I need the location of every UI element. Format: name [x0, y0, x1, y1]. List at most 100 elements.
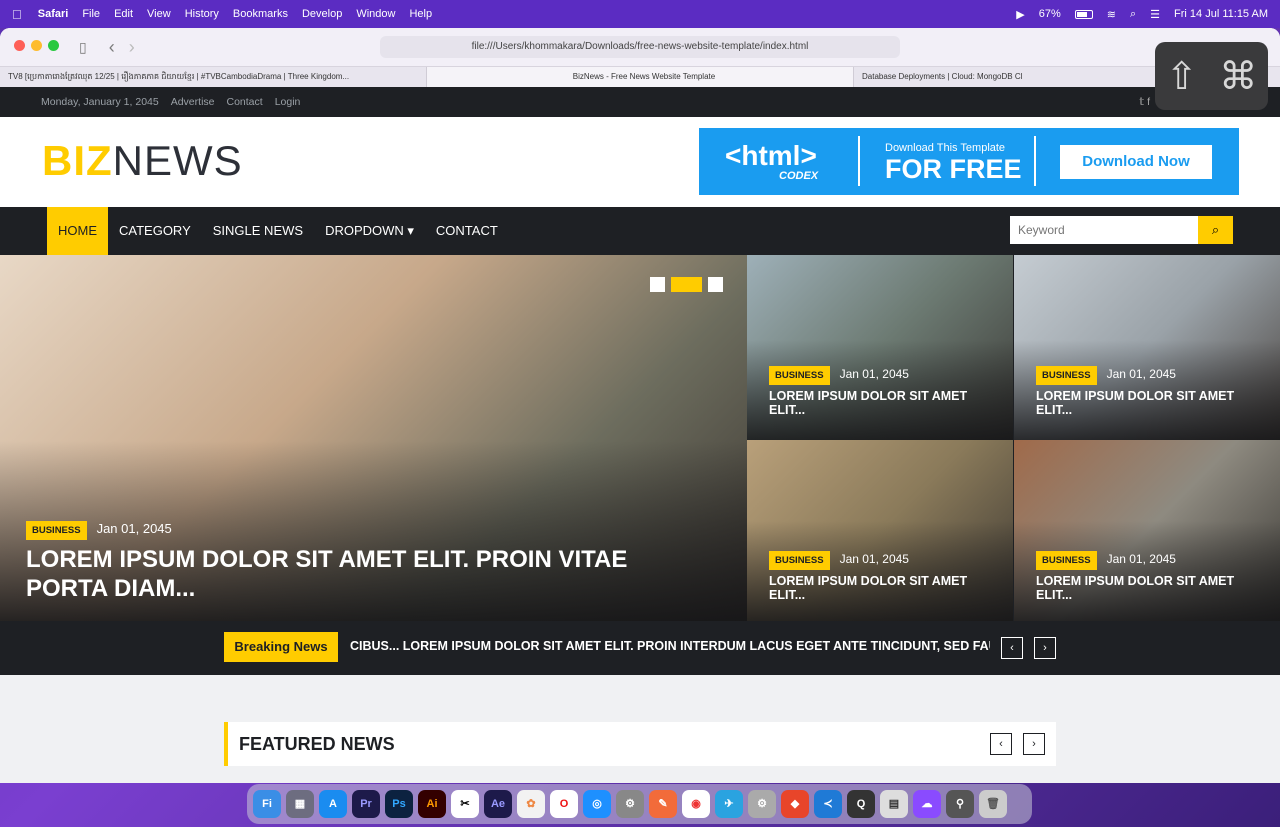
menu-view[interactable]: View: [147, 8, 171, 20]
menu-edit[interactable]: Edit: [114, 8, 133, 20]
category-badge[interactable]: BUSINESS: [1036, 366, 1097, 385]
preview-icon[interactable]: ▤: [880, 790, 908, 818]
card-title[interactable]: LOREM IPSUM DOLOR SIT AMET ELIT...: [769, 389, 999, 417]
nav-single-news[interactable]: SINGLE NEWS: [202, 207, 314, 255]
news-card[interactable]: BUSINESS Jan 01, 2045 LOREM IPSUM DOLOR S…: [747, 440, 1013, 621]
apple-icon[interactable]: : [12, 7, 22, 22]
post-date: Jan 01, 2045: [1106, 552, 1176, 566]
hero-meta: BUSINESS Jan 01, 2045: [26, 520, 172, 540]
topbar-contact[interactable]: Contact: [227, 96, 263, 108]
search-button[interactable]: ⌕: [1198, 216, 1233, 244]
wifi-icon[interactable]: ≋: [1107, 8, 1116, 21]
finder-icon[interactable]: Fi: [253, 790, 281, 818]
chrome-icon[interactable]: ◉: [682, 790, 710, 818]
topbar-date: Monday, January 1, 2045: [41, 96, 159, 108]
telegram-icon[interactable]: ✈: [715, 790, 743, 818]
category-badge[interactable]: BUSINESS: [769, 551, 830, 570]
nav-dropdown[interactable]: DROPDOWN ▾: [314, 207, 425, 255]
nav-home[interactable]: HOME: [47, 207, 108, 255]
menu-history[interactable]: History: [185, 8, 219, 20]
download-banner[interactable]: <html> CODEX Download This Template FOR …: [699, 128, 1239, 195]
system-settings-icon[interactable]: ⚙: [616, 790, 644, 818]
card-title[interactable]: LOREM IPSUM DOLOR SIT AMET ELIT...: [1036, 574, 1266, 602]
nav-contact[interactable]: CONTACT: [425, 207, 509, 255]
play-icon[interactable]: ▶: [1016, 8, 1024, 21]
clock[interactable]: Fri 14 Jul 11:15 AM: [1174, 8, 1268, 20]
hero-main-slide[interactable]: BUSINESS Jan 01, 2045 LOREM IPSUM DOLOR S…: [0, 255, 747, 621]
card-title[interactable]: LOREM IPSUM DOLOR SIT AMET ELIT...: [769, 574, 999, 602]
featured-next-button[interactable]: ›: [1023, 733, 1045, 755]
site-logo[interactable]: BIZNEWS: [42, 137, 243, 185]
topbar-advertise[interactable]: Advertise: [171, 96, 215, 108]
card-meta: BUSINESS Jan 01, 2045: [1036, 365, 1176, 385]
carousel-dots: [650, 277, 723, 292]
minimize-button[interactable]: [31, 40, 42, 51]
breaking-next-button[interactable]: ›: [1034, 637, 1056, 659]
search-icon[interactable]: ⌕: [1130, 8, 1136, 21]
card-meta: BUSINESS Jan 01, 2045: [769, 550, 909, 570]
sidebar-icon[interactable]: ▯: [79, 39, 87, 56]
quicktime-icon[interactable]: Q: [847, 790, 875, 818]
menu-bookmarks[interactable]: Bookmarks: [233, 8, 288, 20]
photos-icon[interactable]: ✿: [517, 790, 545, 818]
news-card[interactable]: BUSINESS Jan 01, 2045 LOREM IPSUM DOLOR S…: [1014, 255, 1280, 440]
premiere-icon[interactable]: Pr: [352, 790, 380, 818]
after-effects-icon[interactable]: Ae: [484, 790, 512, 818]
carousel-dot[interactable]: [708, 277, 723, 292]
card-title[interactable]: LOREM IPSUM DOLOR SIT AMET ELIT...: [1036, 389, 1266, 417]
category-badge[interactable]: BUSINESS: [26, 521, 87, 540]
breaking-prev-button[interactable]: ‹: [1001, 637, 1023, 659]
launchpad-icon[interactable]: ▦: [286, 790, 314, 818]
forward-icon[interactable]: ›: [129, 37, 135, 58]
news-card[interactable]: BUSINESS Jan 01, 2045 LOREM IPSUM DOLOR S…: [1014, 440, 1280, 621]
app-store-icon[interactable]: A: [319, 790, 347, 818]
git-icon[interactable]: ◆: [781, 790, 809, 818]
tab-tv8[interactable]: TV8 [ប្រេកាតារោងត្រែវឈុត 12/25 | រឿងភាគភ…: [0, 67, 427, 87]
capcut-icon[interactable]: ✂: [451, 790, 479, 818]
tab-biznews[interactable]: BizNews - Free News Website Template: [427, 67, 854, 87]
hero-title[interactable]: LOREM IPSUM DOLOR SIT AMET ELIT. PROIN V…: [26, 545, 706, 603]
logo-biz: BIZ: [42, 137, 113, 184]
menu-file[interactable]: File: [82, 8, 100, 20]
search-icon: ⌕: [1211, 222, 1220, 237]
post-date: Jan 01, 2045: [1106, 367, 1176, 381]
utility-icon[interactable]: ⚙: [748, 790, 776, 818]
disk-utility-icon[interactable]: ⚲: [946, 790, 974, 818]
illustrator-icon[interactable]: Ai: [418, 790, 446, 818]
pages-icon[interactable]: ✎: [649, 790, 677, 818]
category-badge[interactable]: BUSINESS: [1036, 551, 1097, 570]
menu-develop[interactable]: Develop: [302, 8, 342, 20]
back-icon[interactable]: ‹: [109, 37, 115, 58]
news-card[interactable]: BUSINESS Jan 01, 2045 LOREM IPSUM DOLOR S…: [747, 255, 1013, 440]
social-icons[interactable]: 𝕥 f: [1139, 96, 1150, 108]
control-center-icon[interactable]: ☰: [1150, 8, 1160, 21]
menu-window[interactable]: Window: [356, 8, 395, 20]
vscode-icon[interactable]: ≺: [814, 790, 842, 818]
opera-icon[interactable]: O: [550, 790, 578, 818]
browser-window: ▯ ‹ › file:///Users/khommakara/Downloads…: [0, 28, 1280, 783]
breaking-news-ticker[interactable]: CIBUS... LOREM IPSUM DOLOR SIT AMET ELIT…: [350, 639, 990, 653]
banner-divider: [858, 136, 860, 186]
banner-divider: [1034, 136, 1036, 186]
logo-news: NEWS: [112, 137, 243, 184]
menu-app[interactable]: Safari: [38, 8, 69, 20]
download-now-button[interactable]: Download Now: [1060, 145, 1212, 179]
messenger-icon[interactable]: ☁: [913, 790, 941, 818]
topbar-login[interactable]: Login: [275, 96, 301, 108]
carousel-dot-active[interactable]: [671, 277, 702, 292]
battery-icon[interactable]: [1074, 9, 1093, 19]
featured-prev-button[interactable]: ‹: [990, 733, 1012, 755]
main-nav: HOME CATEGORY SINGLE NEWS DROPDOWN ▾ CON…: [0, 207, 1280, 255]
safari-icon[interactable]: ◎: [583, 790, 611, 818]
carousel-dot[interactable]: [650, 277, 665, 292]
address-bar[interactable]: file:///Users/khommakara/Downloads/free-…: [380, 36, 900, 58]
zoom-button[interactable]: [48, 40, 59, 51]
photoshop-icon[interactable]: Ps: [385, 790, 413, 818]
nav-category[interactable]: CATEGORY: [108, 207, 202, 255]
menu-help[interactable]: Help: [409, 8, 432, 20]
category-badge[interactable]: BUSINESS: [769, 366, 830, 385]
search-input[interactable]: [1010, 216, 1198, 244]
card-meta: BUSINESS Jan 01, 2045: [1036, 550, 1176, 570]
trash-icon[interactable]: 🗑: [979, 790, 1007, 818]
close-button[interactable]: [14, 40, 25, 51]
